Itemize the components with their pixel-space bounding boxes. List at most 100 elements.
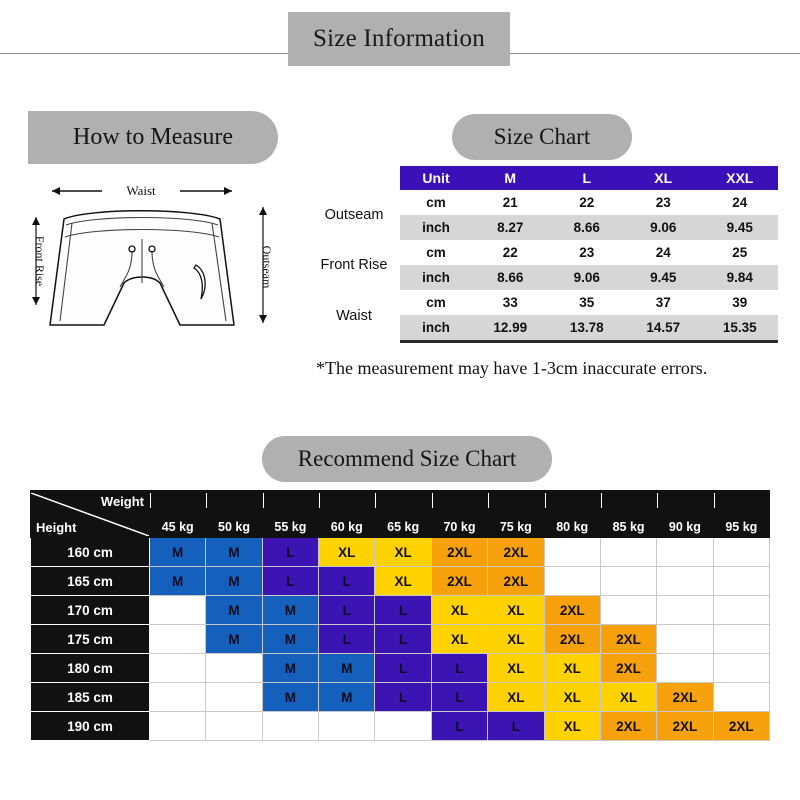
value-cell: 9.06: [548, 265, 625, 290]
axis-label-height: Height: [36, 519, 77, 535]
how-to-measure-title: How to Measure: [73, 124, 233, 150]
size-cell-empty: [543, 537, 601, 567]
size-cell: 2XL: [656, 682, 714, 712]
size-cell-empty: [318, 711, 376, 741]
value-cell: 9.45: [701, 215, 778, 240]
column-header-unit: Unit: [400, 166, 472, 190]
size-cell-empty: [148, 624, 207, 654]
size-cell: XL: [430, 595, 489, 625]
unit-cell: inch: [400, 315, 472, 343]
how-to-measure-banner: How to Measure: [28, 111, 278, 164]
size-cell-label: XL: [394, 573, 412, 589]
size-cell: XL: [374, 537, 432, 567]
size-cell: 2XL: [543, 624, 601, 654]
size-cell: M: [148, 566, 207, 596]
size-cell-empty: [656, 566, 714, 596]
height-row-header: 165 cm: [30, 566, 150, 596]
size-cell: M: [205, 624, 263, 654]
size-cell: L: [374, 595, 432, 625]
size-cell-label: XL: [507, 689, 525, 705]
size-cell-empty: [712, 653, 771, 683]
size-cell-label: 2XL: [447, 544, 472, 560]
size-cell: L: [430, 711, 489, 741]
column-header-m: M: [472, 166, 549, 190]
weight-column-header: 95 kg: [712, 490, 771, 538]
table-row: Front Rise cm 22 23 24 25: [308, 240, 778, 290]
size-cell: M: [261, 624, 320, 654]
size-cell-label: M: [284, 689, 297, 705]
value-cell: 15.35: [701, 315, 778, 343]
size-cell: 2XL: [599, 653, 658, 683]
unit-cell: cm: [426, 195, 446, 210]
size-cell: XL: [430, 624, 489, 654]
weight-column-header: 70 kg: [430, 490, 489, 538]
height-row-header: 185 cm: [30, 682, 150, 712]
size-cell: M: [261, 595, 320, 625]
size-cell-label: L: [286, 544, 295, 560]
size-cell: 2XL: [430, 566, 489, 596]
waist-label: Waist: [126, 183, 156, 198]
size-cell-empty: [148, 653, 207, 683]
size-cell: M: [205, 595, 263, 625]
size-cell: L: [487, 711, 545, 741]
size-cell-label: XL: [563, 660, 581, 676]
size-cell-label: 2XL: [616, 718, 641, 734]
size-cell-empty: [656, 537, 714, 567]
recommend-header-row: Weight Height 45 kg 50 kg 55 kg 60 kg 65…: [30, 490, 771, 538]
recommend-size-chart-title: Recommend Size Chart: [297, 446, 517, 471]
table-row: Outseam cm 21 22 23 24: [308, 190, 778, 240]
recommend-chart-body: 160 cm M M L XL XL 2XL 2XL 165 cm M M L L XL 2XL 2XL 170…: [30, 537, 771, 741]
value-cell: 8.27: [472, 215, 549, 240]
size-cell-label: M: [284, 660, 297, 676]
column-header-l: L: [548, 166, 625, 190]
size-cell: 2XL: [599, 711, 658, 741]
unit-cell: cm: [426, 245, 446, 260]
unit-cell: inch: [400, 215, 472, 240]
size-cell-label: M: [172, 573, 184, 589]
size-cell: 2XL: [599, 624, 658, 654]
weight-column-header: 65 kg: [374, 490, 432, 538]
height-row-header: 180 cm: [30, 653, 150, 683]
size-cell: M: [261, 653, 320, 683]
size-cell: M: [261, 682, 320, 712]
size-cell-label: XL: [507, 631, 525, 647]
size-cell-label: 2XL: [728, 718, 754, 734]
value-cell: 22: [579, 195, 595, 210]
value-cell: 22: [502, 245, 518, 260]
size-cell: 2XL: [487, 537, 545, 567]
size-cell-empty: [656, 595, 714, 625]
size-cell-label: XL: [338, 544, 356, 560]
unit-cell: cm: [426, 295, 446, 310]
size-cell-label: 2XL: [503, 573, 529, 589]
value-cell: 25: [732, 245, 748, 260]
size-cell: L: [430, 653, 489, 683]
size-cell-label: L: [342, 631, 351, 647]
size-cell: M: [318, 653, 376, 683]
size-cell-empty: [205, 682, 263, 712]
weight-column-header: 80 kg: [543, 490, 601, 538]
height-row-header: 160 cm: [30, 537, 150, 567]
size-cell-label: M: [172, 544, 184, 560]
size-cell-label: 2XL: [559, 631, 585, 647]
table-row: 190 cm L L XL 2XL 2XL 2XL: [30, 711, 771, 741]
size-cell: XL: [318, 537, 376, 567]
table-row: 185 cm M M L L XL XL XL 2XL: [30, 682, 771, 712]
size-cell-empty: [712, 682, 771, 712]
size-cell-empty: [599, 595, 658, 625]
size-cell-label: M: [228, 544, 240, 560]
size-cell: M: [205, 566, 263, 596]
size-cell-label: XL: [563, 689, 581, 705]
size-cell-label: L: [398, 602, 408, 618]
size-cell-label: M: [284, 602, 297, 618]
size-cell: 2XL: [487, 566, 545, 596]
size-cell-label: L: [455, 660, 464, 676]
size-cell: XL: [374, 566, 432, 596]
size-cell-label: 2XL: [672, 718, 698, 734]
value-cell: 12.99: [472, 315, 549, 343]
page-title: Size Information: [313, 25, 485, 52]
height-row-header: 190 cm: [30, 711, 150, 741]
size-cell: XL: [543, 653, 601, 683]
measure-label-outseam: Outseam: [308, 190, 400, 240]
size-cell: M: [148, 537, 207, 567]
size-cell-label: M: [228, 602, 240, 618]
